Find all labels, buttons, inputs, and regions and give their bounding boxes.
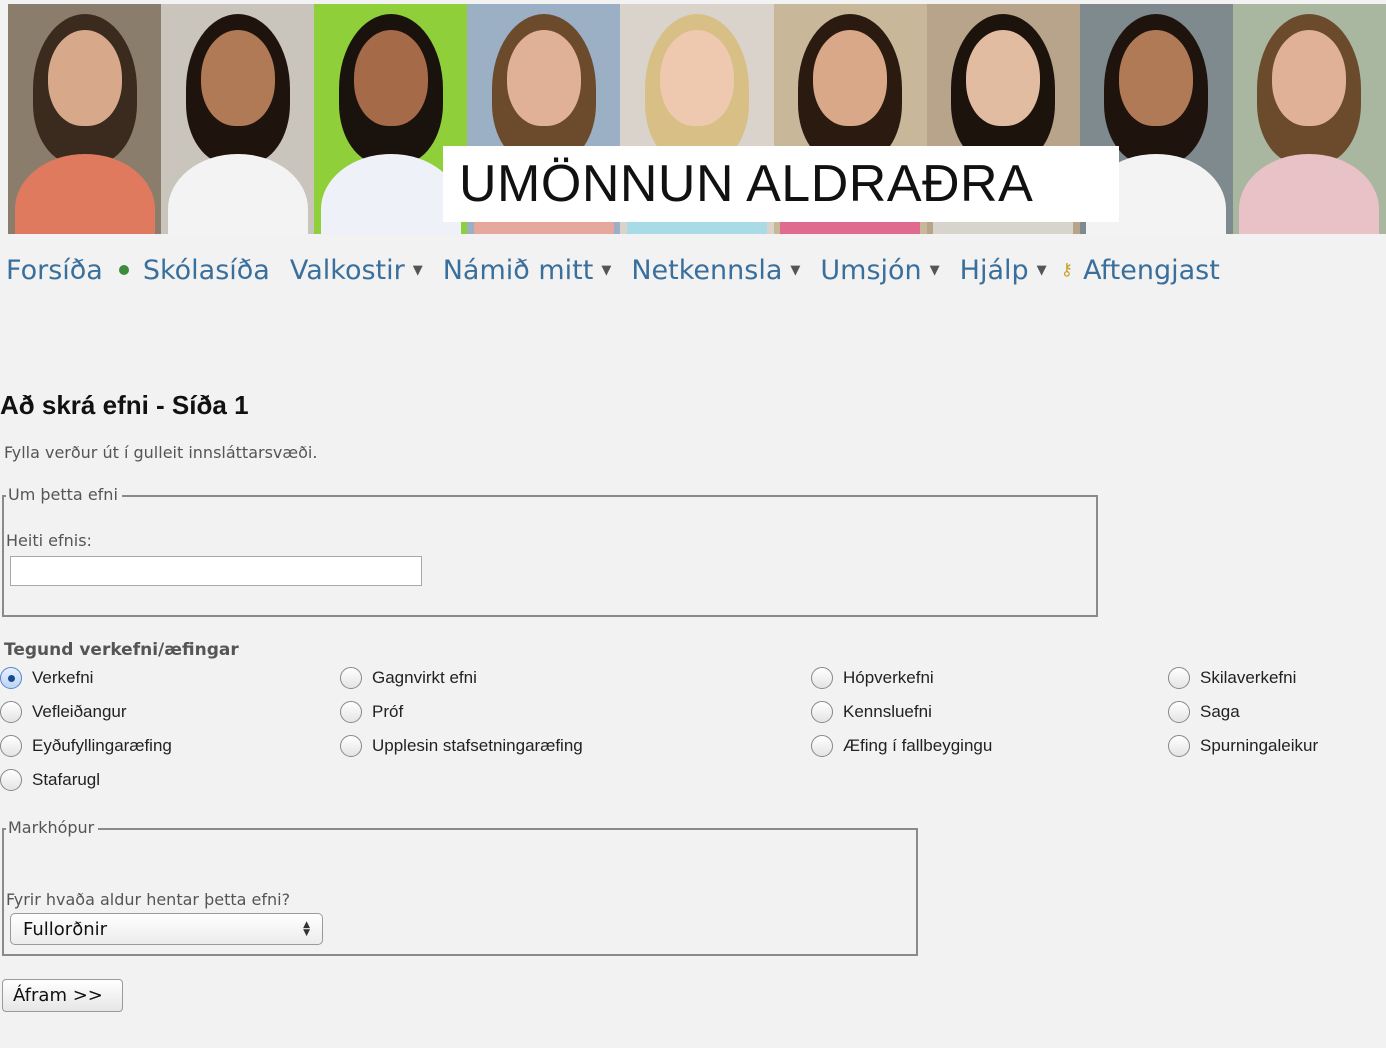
nav-item-label: Netkennsla: [631, 254, 783, 286]
name-input[interactable]: [10, 556, 422, 586]
radio-unchecked-icon[interactable]: [811, 667, 833, 689]
age-select-value: Fullorðnir: [23, 918, 108, 940]
banner-photo: [8, 4, 162, 234]
chevron-down-icon: ▼: [412, 262, 423, 278]
nav-item-2[interactable]: Valkostir ▼: [290, 255, 423, 286]
radio-unchecked-icon[interactable]: [0, 701, 22, 723]
type-option[interactable]: Stafarugl: [0, 769, 100, 791]
type-option[interactable]: Upplesin stafsetningaræfing: [340, 735, 583, 757]
site-title: UMÖNNUN ALDRAÐRA: [459, 155, 1034, 213]
continue-button[interactable]: Áfram >>: [2, 979, 123, 1012]
type-option[interactable]: Spurningaleikur: [1168, 735, 1318, 757]
chevron-down-icon: ▼: [1036, 262, 1047, 278]
type-option-label: Upplesin stafsetningaræfing: [372, 736, 583, 755]
required-hint: Fylla verður út í gulleit innsláttarsvæð…: [4, 443, 318, 462]
banner-title-box: UMÖNNUN ALDRAÐRA: [443, 146, 1119, 222]
nav-item-label: Skólasíða: [142, 254, 270, 286]
nav-item-1[interactable]: Skólasíða: [118, 254, 270, 286]
age-question: Fyrir hvaða aldur hentar þetta efni?: [6, 890, 291, 909]
type-option[interactable]: Vefleiðangur: [0, 701, 127, 723]
about-fieldset: Um þetta efni Heiti efnis:: [2, 485, 1098, 617]
nav-item-label: Hjálp: [959, 254, 1029, 286]
radio-checked-icon[interactable]: [0, 667, 22, 689]
type-option-label: Spurningaleikur: [1200, 736, 1319, 755]
radio-unchecked-icon[interactable]: [340, 701, 362, 723]
radio-unchecked-icon[interactable]: [811, 701, 833, 723]
nav-item-label: Forsíða: [6, 254, 103, 286]
type-option[interactable]: Skilaverkefni: [1168, 667, 1296, 689]
type-option[interactable]: Æfing í fallbeygingu: [811, 735, 992, 757]
chevron-down-icon: ▼: [929, 262, 940, 278]
type-option-label: Æfing í fallbeygingu: [843, 736, 993, 755]
type-option[interactable]: Saga: [1168, 701, 1240, 723]
type-option[interactable]: Kennsluefni: [811, 701, 932, 723]
type-option-label: Skilaverkefni: [1200, 668, 1297, 687]
radio-unchecked-icon[interactable]: [1168, 667, 1190, 689]
banner-photo: [1232, 4, 1386, 234]
nav-item-label: Valkostir: [289, 254, 405, 286]
type-option-label: Verkefni: [32, 668, 94, 687]
type-option[interactable]: Eyðufyllingaræfing: [0, 735, 172, 757]
select-arrows-icon: ▲ ▼: [303, 920, 310, 938]
type-option[interactable]: Próf: [340, 701, 403, 723]
radio-unchecked-icon[interactable]: [0, 769, 22, 791]
type-option-label: Próf: [372, 702, 404, 721]
type-option-label: Vefleiðangur: [32, 702, 127, 721]
type-option-label: Gagnvirkt efni: [372, 668, 477, 687]
type-option-label: Hópverkefni: [843, 668, 934, 687]
banner-photo: [161, 4, 315, 234]
type-option-label: Saga: [1200, 702, 1240, 721]
type-section-label: Tegund verkefni/æfingar: [4, 640, 239, 660]
main-nav: Forsíða Skólasíða Valkostir ▼ Námið mitt ▼ Net…: [6, 250, 1240, 290]
radio-unchecked-icon[interactable]: [340, 735, 362, 757]
about-legend: Um þetta efni: [6, 485, 122, 504]
page-title: Að skrá efni - Síða 1: [0, 390, 249, 420]
type-option-label: Eyðufyllingaræfing: [32, 736, 172, 755]
name-label: Heiti efnis:: [6, 531, 92, 550]
chevron-down-icon: ▼: [790, 262, 801, 278]
nav-item-label: Aftengjast: [1083, 254, 1220, 286]
nav-item-label: Umsjón: [820, 254, 922, 286]
chevron-down-icon: ▼: [601, 262, 612, 278]
radio-unchecked-icon[interactable]: [1168, 735, 1190, 757]
audience-legend: Markhópur: [6, 818, 99, 837]
type-option-label: Kennsluefni: [843, 702, 932, 721]
key-icon: ⚷: [1060, 260, 1074, 280]
type-option-label: Stafarugl: [32, 770, 101, 789]
radio-unchecked-icon[interactable]: [0, 735, 22, 757]
nav-item-5[interactable]: Umsjón ▼: [820, 255, 939, 286]
nav-item-4[interactable]: Netkennsla ▼: [631, 255, 800, 286]
radio-unchecked-icon[interactable]: [340, 667, 362, 689]
nav-item-0[interactable]: Forsíða: [6, 255, 103, 286]
leaf-icon: [118, 265, 129, 275]
type-option[interactable]: Gagnvirkt efni: [340, 667, 477, 689]
nav-item-label: Námið mitt: [442, 254, 594, 286]
nav-item-3[interactable]: Námið mitt ▼: [443, 255, 612, 286]
nav-item-6[interactable]: Hjálp ▼: [960, 255, 1047, 286]
nav-item-7[interactable]: ⚷ Aftengjast: [1061, 254, 1220, 286]
radio-unchecked-icon[interactable]: [811, 735, 833, 757]
radio-unchecked-icon[interactable]: [1168, 701, 1190, 723]
age-select[interactable]: Fullorðnir ▲ ▼: [10, 913, 323, 945]
type-option[interactable]: Hópverkefni: [811, 667, 934, 689]
type-option[interactable]: Verkefni: [0, 667, 93, 689]
